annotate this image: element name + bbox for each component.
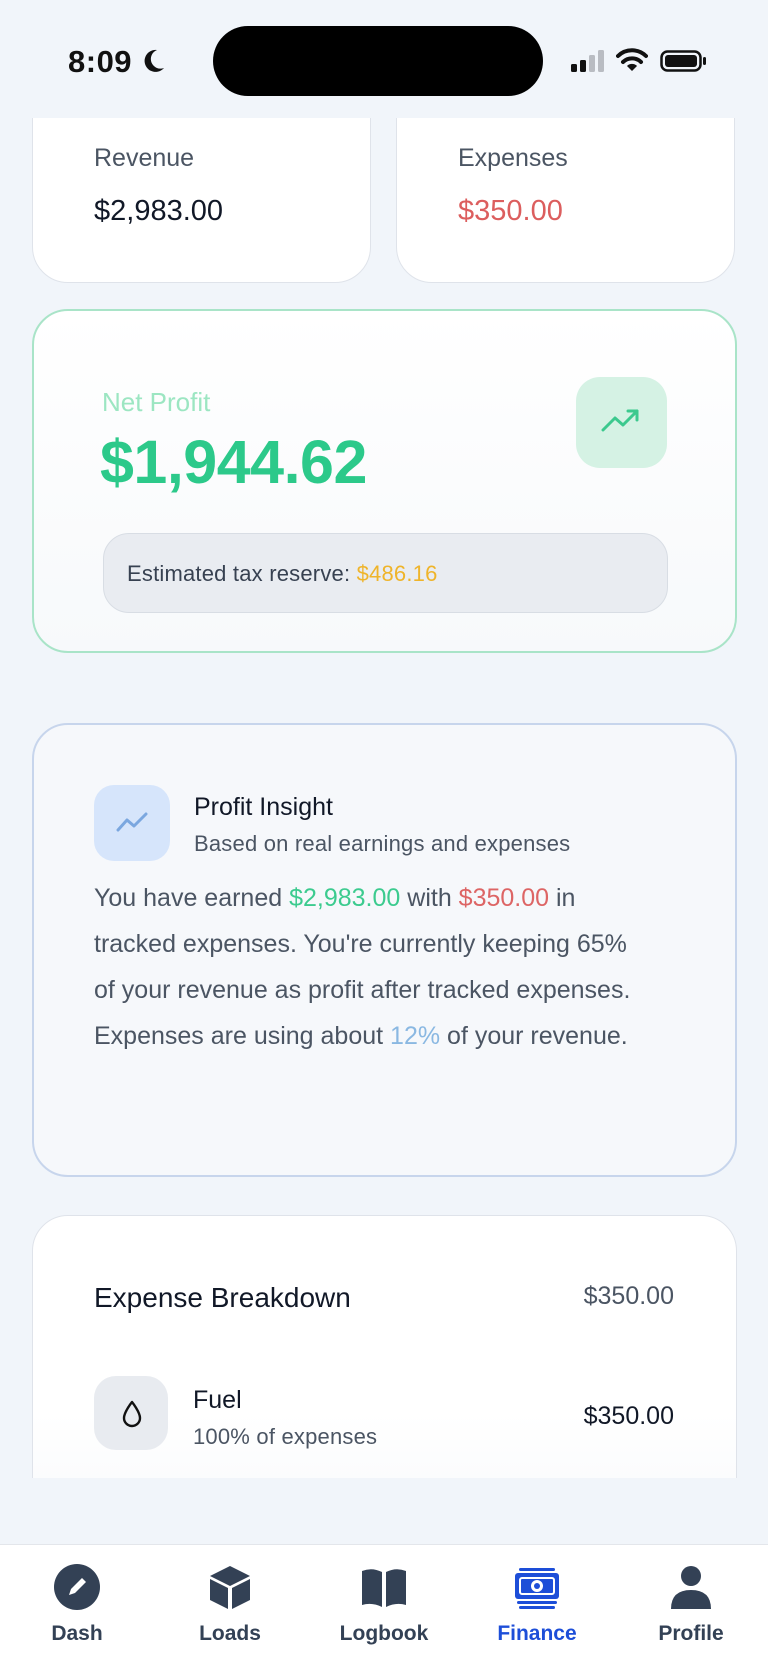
expense-breakdown-total: $350.00 bbox=[583, 1282, 674, 1310]
tax-reserve-amount: $486.16 bbox=[356, 561, 438, 586]
insight-icon-badge bbox=[94, 785, 170, 861]
trending-up-icon bbox=[601, 409, 639, 432]
fuel-icon-badge bbox=[94, 1376, 168, 1450]
insight-text-2: with bbox=[400, 884, 459, 912]
revenue-value: $2,983.00 bbox=[94, 195, 224, 227]
line-chart-icon bbox=[116, 812, 148, 832]
insight-earned: $2,983.00 bbox=[289, 884, 401, 912]
net-profit-card: Net Profit $1,944.62 Estimated tax reser… bbox=[32, 309, 737, 653]
revenue-label: Revenue bbox=[94, 144, 195, 172]
expense-item-name: Fuel bbox=[193, 1386, 242, 1414]
battery-icon bbox=[660, 50, 706, 72]
box-icon bbox=[210, 1566, 250, 1609]
expense-item-amount: $350.00 bbox=[583, 1402, 674, 1430]
tax-reserve-label: Estimated tax reserve: bbox=[127, 561, 357, 586]
insight-text-4: of your revenue. bbox=[440, 1022, 628, 1050]
signal-icon bbox=[571, 50, 604, 72]
expense-item-share: 100% of expenses bbox=[193, 1424, 378, 1449]
insight-title: Profit Insight bbox=[194, 793, 333, 821]
net-profit-value: $1,944.62 bbox=[100, 428, 367, 496]
tab-dash[interactable]: Dash bbox=[2, 1545, 152, 1669]
expenses-label: Expenses bbox=[458, 144, 568, 172]
tab-finance-label: Finance bbox=[497, 1622, 577, 1645]
tab-bar: Dash Loads Logbook Finance Profile bbox=[0, 1544, 768, 1669]
tab-dash-label: Dash bbox=[51, 1622, 103, 1645]
tab-loads[interactable]: Loads bbox=[155, 1545, 305, 1669]
tab-loads-label: Loads bbox=[199, 1622, 261, 1645]
dynamic-island bbox=[213, 26, 543, 96]
trending-up-badge bbox=[576, 377, 667, 468]
tab-profile-label: Profile bbox=[658, 1622, 724, 1645]
tab-logbook-label: Logbook bbox=[339, 1622, 429, 1645]
insight-expenses: $350.00 bbox=[458, 884, 550, 912]
droplet-icon bbox=[122, 1400, 142, 1428]
wifi-icon bbox=[616, 48, 648, 71]
expenses-value: $350.00 bbox=[458, 195, 563, 227]
finance-scroll-view[interactable]: Revenue $2,983.00 Expenses $350.00 Net P… bbox=[0, 118, 768, 1478]
pencil-icon bbox=[54, 1564, 100, 1610]
book-icon bbox=[362, 1569, 406, 1607]
insight-expense-pct: 12% bbox=[390, 1022, 441, 1050]
expense-breakdown-title: Expense Breakdown bbox=[94, 1282, 351, 1313]
moon-icon bbox=[144, 49, 164, 72]
tab-logbook[interactable]: Logbook bbox=[309, 1545, 459, 1669]
net-profit-label: Net Profit bbox=[102, 387, 211, 417]
tax-reserve-text: Estimated tax reserve: $486.16 bbox=[127, 561, 438, 587]
profit-insight-card: Profit Insight Based on real earnings an… bbox=[32, 723, 737, 1177]
tax-reserve-pill: Estimated tax reserve: $486.16 bbox=[103, 533, 668, 613]
expense-breakdown-card: Expense Breakdown $350.00 Fuel 100% of e… bbox=[32, 1215, 737, 1478]
expenses-card: Expenses $350.00 bbox=[396, 118, 735, 283]
insight-body: You have earned $2,983.00 with $350.00 i… bbox=[94, 875, 654, 1059]
tab-finance[interactable]: Finance bbox=[462, 1545, 612, 1669]
tab-profile[interactable]: Profile bbox=[616, 1545, 766, 1669]
money-icon bbox=[515, 1568, 559, 1609]
person-icon bbox=[671, 1566, 711, 1609]
revenue-card: Revenue $2,983.00 bbox=[32, 118, 371, 283]
insight-text-1: You have earned bbox=[94, 884, 290, 912]
insight-subtitle: Based on real earnings and expenses bbox=[194, 831, 571, 856]
status-bar: 8:09 bbox=[0, 0, 768, 118]
status-time: 8:09 bbox=[68, 44, 133, 79]
